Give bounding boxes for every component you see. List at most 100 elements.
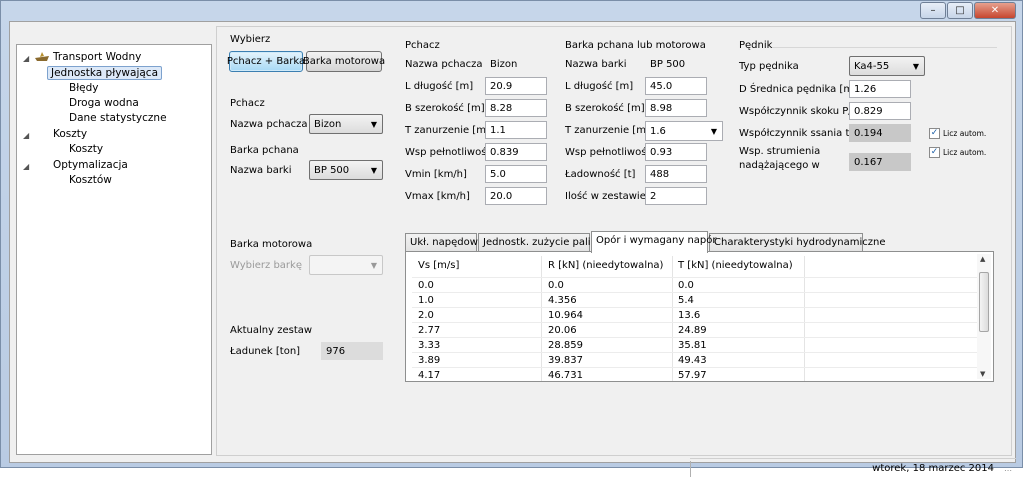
pchacz-select[interactable]: Bizon ▼ [309,114,383,134]
tree-item-jednostka-plywajaca[interactable]: Jednostka pływająca [47,66,162,80]
wsp-ssania-label: Współczynnik ssania t [739,128,850,139]
status-separator [690,461,691,477]
barka-ilosc-field[interactable]: 2 [645,187,707,205]
scrollbar-thumb[interactable] [979,272,989,332]
column-divider [541,256,542,381]
tree-expand-icon[interactable]: ◢ [23,54,29,63]
tab-charakterystyki-hydrodynamiczne[interactable]: Charakterystyki hydrodynamiczne [709,233,885,252]
pchacz-szerokosc-label: B szerokość [m] [405,103,485,114]
column-divider [672,256,673,381]
tree-item-droga-wodna[interactable]: Droga wodna [69,97,139,109]
tree-item-kosztow[interactable]: Kosztów [69,174,112,186]
group-title-aktualny-zestaw: Aktualny zestaw [230,325,313,336]
tab-jednostk-zuzycie-paliwa[interactable]: Jednostk. zużycie paliwa [478,233,605,252]
cell-r: 0.0 [548,280,564,291]
tree-item-koszty-sub[interactable]: Koszty [69,143,103,155]
cell-r: 10.964 [548,310,583,321]
pchacz-vmax-field[interactable]: 20.0 [485,187,547,205]
chevron-down-icon: ▼ [710,127,717,136]
row-divider [412,307,977,308]
main-panel: Wybierz Pchacz + Barka Barka motorowa Pc… [216,26,1012,456]
barka-motorowa-select[interactable]: ▼ [309,255,383,275]
pchacz-dlugosc-label: L długość [m] [405,81,474,92]
licz-autom-label-2: Licz autom. [943,148,987,157]
scroll-up-icon[interactable]: ▲ [980,255,985,263]
column-header-t[interactable]: T [kN] (nieedytowalna) [678,260,793,271]
tree-item-transport-wodny[interactable]: Transport Wodny [53,51,141,63]
tree-item-optymalizacja[interactable]: Optymalizacja [53,159,128,171]
client-area: ◢ Transport Wodny Jednostka pływająca Bł… [9,21,1016,477]
barka-zanurzenie-label: T zanurzenie [m] [565,125,650,136]
barka-ladownosc-field[interactable]: 488 [645,165,707,183]
barka-szerokosc-label: B szerokość [m] [565,103,645,114]
wsp-strumienia-label-2: nadążającego w [739,160,820,171]
barka-pchana-select[interactable]: BP 500 ▼ [309,160,383,180]
tree-item-bledy[interactable]: Błędy [69,82,99,94]
status-bar: wtorek, 18 marzec 2014 ⋯ [690,458,1016,478]
tree-expand-icon[interactable]: ◢ [23,162,29,171]
pchacz-vmax-label: Vmax [km/h] [405,191,470,202]
wsp-skoku-label: Współczynnik skoku P/D [739,106,860,117]
group-title-barka: Barka pchana lub motorowa [565,40,706,51]
boat-icon [34,51,50,63]
barka-pelnotliwosc-field[interactable]: 0.93 [645,143,707,161]
cell-vs: 0.0 [418,280,434,291]
typ-pednika-select[interactable]: Ka4-55 ▼ [849,56,925,76]
barka-zanurzenie-select[interactable]: 1.6 ▼ [645,121,723,141]
pchacz-pelnotliwosc-field[interactable]: 0.839 [485,143,547,161]
srednica-pednika-label: D Średnica pędnika [m] [739,84,857,95]
cell-t: 57.97 [678,370,707,381]
resize-grip-icon[interactable]: ⋯ [1004,466,1012,475]
chevron-down-icon: ▼ [912,62,919,71]
cell-vs: 2.0 [418,310,434,321]
pchacz-nazwa-label: Nazwa pchacza [405,59,483,70]
tree-item-dane-statystyczne[interactable]: Dane statystyczne [69,112,167,124]
cell-r: 20.06 [548,325,577,336]
barka-nazwa-label: Nazwa barki [565,59,627,70]
wybierz-barke-label: Wybierz barkę [230,260,302,271]
column-header-r[interactable]: R [kN] (nieedytowalna) [548,260,663,271]
chevron-down-icon: ▼ [370,120,377,129]
pchacz-select-value: Bizon [314,119,342,130]
cell-t: 24.89 [678,325,707,336]
pchacz-barka-button[interactable]: Pchacz + Barka [227,51,305,72]
minimize-icon[interactable]: – [920,2,946,19]
licz-autom-checkbox-2[interactable]: ✓ [929,147,940,158]
column-header-vs[interactable]: Vs [m/s] [418,260,459,271]
scroll-down-icon[interactable]: ▼ [980,370,985,378]
resistance-table[interactable]: Vs [m/s] R [kN] (nieedytowalna) T [kN] (… [405,251,994,382]
tree-expand-icon[interactable]: ◢ [23,131,29,140]
navigation-tree[interactable]: ◢ Transport Wodny Jednostka pływająca Bł… [16,44,212,455]
wsp-strumienia-label: Wsp. strumienia [739,146,821,157]
barka-szerokosc-field[interactable]: 8.98 [645,99,707,117]
cell-t: 0.0 [678,280,694,291]
tab-opor-i-wymagany-napor[interactable]: Opór i wymagany napór [591,231,717,253]
row-divider [412,352,977,353]
close-icon[interactable]: ✕ [974,2,1016,19]
pchacz-pelnotliwosc-label: Wsp pełnotliwości [405,147,495,158]
maximize-icon[interactable]: □ [947,2,973,19]
group-title-wybierz: Wybierz [230,34,271,45]
cell-t: 5.4 [678,295,694,306]
group-divider [772,47,997,48]
pchacz-dlugosc-field[interactable]: 20.9 [485,77,547,95]
barka-select-value: BP 500 [314,165,350,176]
table-scrollbar[interactable]: ▲ ▼ [977,254,991,379]
column-divider [804,256,805,381]
window-controls: – □ ✕ [919,2,1016,19]
srednica-pednika-field[interactable]: 1.26 [849,80,911,98]
pchacz-zanurzenie-field[interactable]: 1.1 [485,121,547,139]
barka-motorowa-button[interactable]: Barka motorowa [303,51,385,72]
licz-autom-checkbox-1[interactable]: ✓ [929,128,940,139]
row-divider [412,292,977,293]
group-title-barka-pchana: Barka pchana [230,145,299,156]
pchacz-vmin-field[interactable]: 5.0 [485,165,547,183]
tree-item-koszty[interactable]: Koszty [53,128,87,140]
wsp-skoku-field[interactable]: 0.829 [849,102,911,120]
pchacz-szerokosc-field[interactable]: 8.28 [485,99,547,117]
barka-ladownosc-label: Ładowność [t] [565,169,636,180]
barka-ilosc-label: Ilość w zestawie [565,191,646,202]
barka-dlugosc-field[interactable]: 45.0 [645,77,707,95]
app-window: – □ ✕ ◢ Transport Wodny Jednostka pływaj… [0,0,1023,477]
tab-ukl-napedowy[interactable]: Ukł. napędowy [405,233,484,252]
